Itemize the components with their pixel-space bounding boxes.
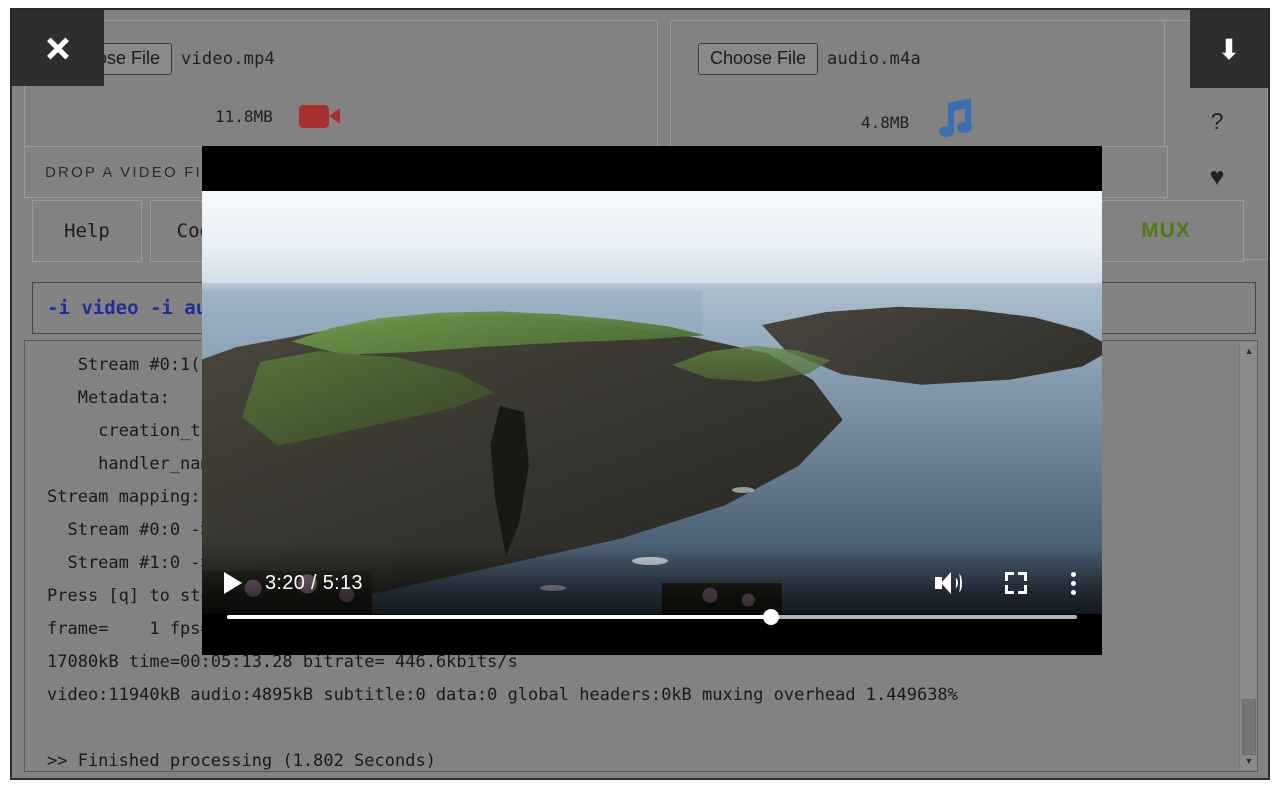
close-icon: [45, 35, 71, 61]
scene-sky: [202, 191, 1102, 291]
close-overlay-button[interactable]: [12, 10, 104, 86]
play-icon[interactable]: [224, 572, 242, 594]
progress-played: [227, 615, 771, 619]
heart-icon[interactable]: ♥: [1165, 149, 1268, 205]
drop-zone-label: DROP A VIDEO FILE: [45, 163, 225, 181]
file-inputs-row: Choose File video.mp4 11.8MB Choose File…: [12, 10, 1268, 152]
fullscreen-icon[interactable]: [1005, 572, 1027, 594]
video-size-row: 11.8MB: [215, 103, 341, 129]
scroll-down-icon[interactable]: ▼: [1240, 753, 1257, 769]
audio-file-panel: Choose File audio.m4a 4.8MB: [670, 20, 1200, 152]
player-controls-bar: 3:20 / 5:13: [202, 561, 1102, 605]
video-player-overlay[interactable]: 3:20 / 5:13: [202, 146, 1102, 655]
audio-file-name: audio.m4a: [827, 48, 921, 69]
audio-choose-row: Choose File audio.m4a: [698, 43, 921, 75]
player-time-display: 3:20 / 5:13: [265, 571, 363, 594]
player-right-controls: [935, 571, 1076, 595]
video-file-name: video.mp4: [181, 48, 275, 69]
help-question-icon[interactable]: ?: [1165, 93, 1268, 149]
scrollbar-thumb[interactable]: [1242, 699, 1256, 755]
scroll-up-icon[interactable]: ▲: [1240, 343, 1257, 359]
volume-icon[interactable]: [935, 572, 962, 594]
download-icon-tile[interactable]: ⬇: [1190, 10, 1268, 88]
more-options-icon[interactable]: [1071, 571, 1076, 595]
mux-button[interactable]: MUX: [1088, 200, 1244, 262]
progress-thumb[interactable]: [763, 609, 779, 625]
help-button[interactable]: Help: [32, 200, 142, 262]
audio-file-size: 4.8MB: [861, 112, 910, 132]
app-window: Choose File video.mp4 11.8MB Choose File…: [10, 8, 1270, 780]
scene-foam: [732, 487, 754, 493]
console-scrollbar[interactable]: ▲ ▼: [1239, 341, 1257, 771]
video-file-size: 11.8MB: [215, 106, 273, 126]
video-camera-icon: [298, 103, 341, 129]
video-file-panel: Choose File video.mp4 11.8MB: [24, 20, 658, 152]
player-progress-bar[interactable]: [227, 609, 1077, 625]
audio-choose-file-button[interactable]: Choose File: [698, 43, 819, 75]
audio-size-row: 4.8MB: [861, 98, 977, 141]
music-note-icon: [935, 98, 977, 141]
